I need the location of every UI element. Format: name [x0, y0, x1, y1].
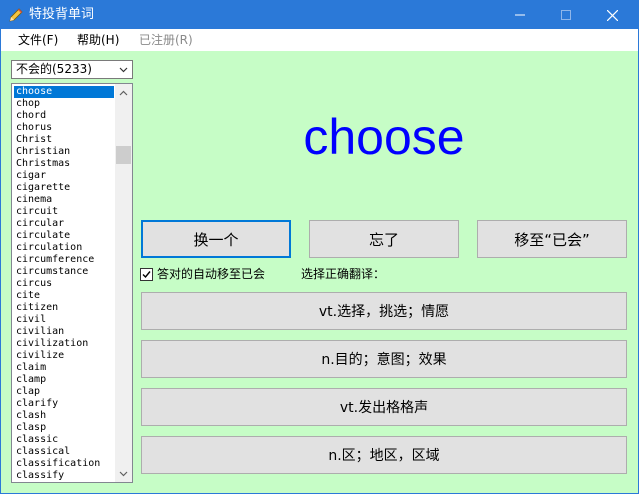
- translation-option[interactable]: n.区；地区，区域: [141, 436, 627, 474]
- minimize-icon: [515, 14, 525, 16]
- translation-option[interactable]: vt.选择，挑选；情愿: [141, 292, 627, 330]
- word-list-item[interactable]: clash: [14, 410, 114, 422]
- current-word: choose: [303, 109, 465, 165]
- word-list-item[interactable]: classification: [14, 458, 114, 470]
- word-list-item[interactable]: civil: [14, 314, 114, 326]
- minimize-button[interactable]: [497, 1, 543, 29]
- menu-file[interactable]: 文件(F): [18, 32, 58, 48]
- word-list-item[interactable]: cinema: [14, 194, 114, 206]
- maximize-icon: [561, 10, 571, 20]
- word-list-item[interactable]: civilize: [14, 350, 114, 362]
- app-pencil-icon: [9, 8, 23, 22]
- scroll-down-button[interactable]: [115, 465, 132, 482]
- menu-registered[interactable]: 已注册(R): [139, 32, 193, 48]
- word-list-item[interactable]: circumference: [14, 254, 114, 266]
- scroll-up-button[interactable]: [115, 84, 132, 101]
- word-list-item[interactable]: cigarette: [14, 182, 114, 194]
- scroll-thumb[interactable]: [116, 146, 131, 164]
- translation-option[interactable]: vt.发出格格声: [141, 388, 627, 426]
- move-to-known-button[interactable]: 移至“已会”: [477, 220, 627, 258]
- auto-move-checkbox-row[interactable]: 答对的自动移至已会: [140, 266, 265, 282]
- translation-prompt: 选择正确翻译：: [301, 267, 386, 281]
- word-list-item[interactable]: chord: [14, 110, 114, 122]
- title-bar[interactable]: 特投背单词: [1, 1, 638, 29]
- forget-button[interactable]: 忘了: [309, 220, 459, 258]
- close-icon: [606, 9, 618, 21]
- word-list-item[interactable]: choose: [14, 86, 114, 98]
- word-list-item[interactable]: Christian: [14, 146, 114, 158]
- word-list-item[interactable]: circumstance: [14, 266, 114, 278]
- chevron-down-icon: [119, 471, 128, 476]
- auto-move-checkbox[interactable]: [140, 267, 153, 281]
- chevron-down-icon: [119, 67, 128, 73]
- word-list-item[interactable]: cigar: [14, 170, 114, 182]
- translation-option[interactable]: n.目的；意图；效果: [141, 340, 627, 378]
- menu-bar: 文件(F) 帮助(H) 已注册(R): [1, 29, 638, 51]
- word-list-item[interactable]: circulate: [14, 230, 114, 242]
- word-list-item[interactable]: cite: [14, 290, 114, 302]
- word-list-item[interactable]: classic: [14, 434, 114, 446]
- word-list-item[interactable]: citizen: [14, 302, 114, 314]
- word-list-items: choose chop chord chorus Christ Christian Chri…: [14, 86, 114, 482]
- word-list-item[interactable]: Christmas: [14, 158, 114, 170]
- auto-move-label: 答对的自动移至已会: [157, 267, 266, 281]
- checkmark-icon: [142, 270, 151, 278]
- word-list-item[interactable]: chorus: [14, 122, 114, 134]
- window-title: 特投背单词: [29, 7, 95, 22]
- word-list-item[interactable]: clarify: [14, 398, 114, 410]
- word-list-item[interactable]: clasp: [14, 422, 114, 434]
- word-list-item[interactable]: classical: [14, 446, 114, 458]
- word-list-item[interactable]: clamp: [14, 374, 114, 386]
- filter-dropdown[interactable]: 不会的(5233): [11, 60, 133, 79]
- menu-help[interactable]: 帮助(H): [77, 32, 119, 48]
- word-list-item[interactable]: clap: [14, 386, 114, 398]
- word-list-item[interactable]: chop: [14, 98, 114, 110]
- chevron-up-icon: [119, 90, 128, 95]
- filter-dropdown-value: 不会的(5233): [16, 62, 92, 76]
- word-list-item[interactable]: claim: [14, 362, 114, 374]
- word-list-item[interactable]: circular: [14, 218, 114, 230]
- word-list[interactable]: choose chop chord chorus Christ Christian Chri…: [11, 83, 133, 483]
- app-window: 特投背单词 文件(F) 帮助(H) 已注册(R) 不会的(5233) choos…: [0, 0, 639, 494]
- word-list-item[interactable]: civilization: [14, 338, 114, 350]
- word-list-item[interactable]: classify: [14, 470, 114, 482]
- word-list-item[interactable]: civilian: [14, 326, 114, 338]
- next-word-button[interactable]: 换一个: [141, 220, 291, 258]
- maximize-button[interactable]: [543, 1, 589, 29]
- word-list-item[interactable]: Christ: [14, 134, 114, 146]
- word-list-item[interactable]: circulation: [14, 242, 114, 254]
- word-list-item[interactable]: circuit: [14, 206, 114, 218]
- word-list-scrollbar[interactable]: [115, 84, 132, 482]
- close-button[interactable]: [589, 1, 635, 29]
- word-list-item[interactable]: circus: [14, 278, 114, 290]
